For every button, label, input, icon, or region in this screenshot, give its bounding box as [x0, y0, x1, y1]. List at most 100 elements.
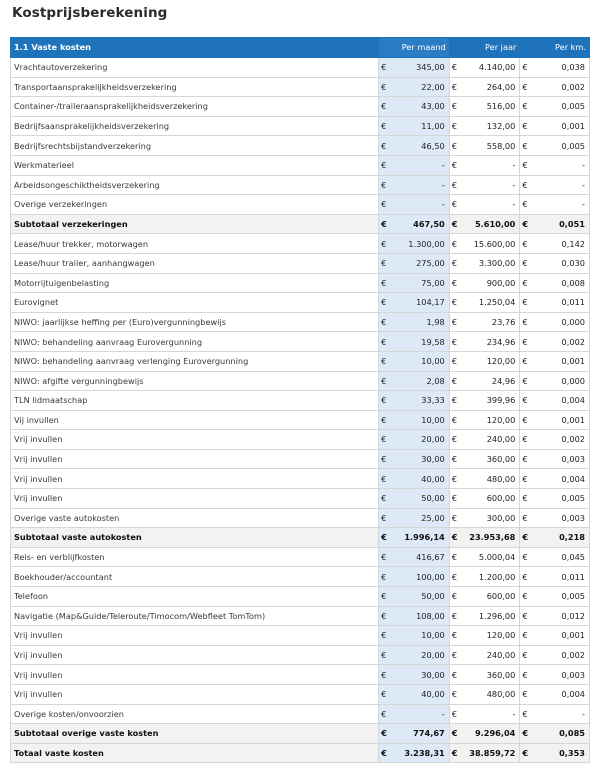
- subtotal-row: Subtotaal overige vaste kosten €774,67 €9.…: [9, 723, 590, 744]
- currency-symbol: €: [378, 488, 391, 509]
- value-per-year: -: [461, 703, 521, 725]
- row-label: Totaal vaste kosten: [9, 742, 380, 764]
- value-per-km: 0,000: [531, 311, 590, 333]
- value-per-month: 10,00: [390, 625, 450, 646]
- currency-symbol: €: [448, 488, 462, 509]
- currency-symbol: €: [519, 272, 532, 294]
- value-per-year: -: [461, 194, 521, 215]
- currency-symbol: €: [519, 644, 532, 666]
- currency-symbol: €: [448, 135, 462, 156]
- row-label: Subtotaal overige vaste kosten: [9, 723, 380, 744]
- value-per-year: 24,96: [461, 370, 521, 392]
- currency-symbol: €: [448, 115, 462, 137]
- currency-symbol: €: [448, 96, 462, 117]
- value-per-month: 20,00: [390, 429, 450, 450]
- value-per-year: 234,96: [461, 331, 521, 352]
- value-per-month: 774,67: [390, 723, 450, 744]
- row-label: Vrij invullen: [9, 488, 380, 509]
- currency-symbol: €: [378, 527, 391, 548]
- value-per-year: 23,76: [461, 311, 521, 333]
- value-per-month: 108,00: [390, 605, 450, 627]
- row-label: Bedrijfsrechtsbijstandverzekering: [9, 135, 380, 156]
- currency-symbol: €: [519, 115, 532, 137]
- value-per-km: 0,002: [531, 331, 590, 352]
- row-label: NIWO: jaarlijkse heffing per (Euro)vergu…: [9, 311, 380, 333]
- table-row: NIWO: behandeling aanvraag Eurovergunnin…: [9, 331, 590, 352]
- currency-symbol: €: [448, 644, 462, 666]
- value-per-year: 4.140,00: [461, 57, 521, 78]
- currency-symbol: €: [448, 664, 462, 685]
- table-row: Bedrijfsrechtsbijstandverzekering €46,50 €…: [9, 135, 590, 156]
- value-per-km: 0,011: [531, 292, 590, 313]
- currency-symbol: €: [448, 742, 462, 764]
- currency-symbol: €: [448, 468, 462, 490]
- value-per-year: 600,00: [461, 488, 521, 509]
- row-label: Subtotaal verzekeringen: [9, 213, 380, 235]
- row-label: Boekhouder/accountant: [9, 566, 380, 588]
- value-per-month: 345,00: [390, 57, 450, 78]
- currency-symbol: €: [519, 390, 532, 411]
- value-per-year: 5.610,00: [461, 213, 521, 235]
- row-label: NIWO: behandeling aanvraag verlenging Eu…: [9, 350, 380, 372]
- value-per-month: 100,00: [390, 566, 450, 588]
- table-row: Vrachtautoverzekering €345,00 €4.140,00 €0,…: [9, 57, 590, 78]
- currency-symbol: €: [519, 429, 532, 450]
- row-label: Container-/traileraansprakelijkheidsverz…: [9, 96, 380, 117]
- value-per-km: 0,002: [531, 76, 590, 98]
- value-per-km: 0,012: [531, 605, 590, 627]
- value-per-km: -: [531, 703, 590, 725]
- value-per-year: 120,00: [461, 350, 521, 372]
- currency-symbol: €: [378, 292, 391, 313]
- currency-symbol: €: [519, 468, 532, 490]
- value-per-month: 275,00: [390, 252, 450, 274]
- row-label: Overige kosten/onvoorzien: [9, 703, 380, 725]
- currency-symbol: €: [448, 625, 462, 646]
- currency-symbol: €: [448, 684, 462, 705]
- currency-symbol: €: [519, 135, 532, 156]
- value-per-year: 480,00: [461, 684, 521, 705]
- row-label: Vrij invullen: [9, 429, 380, 450]
- table-row: Vrij invullen €50,00 €600,00 €0,005: [9, 488, 590, 509]
- value-per-km: -: [531, 174, 590, 196]
- row-label: Werkmaterieel: [9, 154, 380, 176]
- value-per-km: -: [531, 154, 590, 176]
- value-per-month: 50,00: [390, 488, 450, 509]
- table-row: Container-/traileraansprakelijkheidsverz…: [9, 96, 590, 117]
- currency-symbol: €: [448, 527, 462, 548]
- value-per-month: 1.996,14: [390, 527, 450, 548]
- value-per-km: 0,011: [531, 566, 590, 588]
- value-per-km: 0,353: [531, 742, 590, 764]
- value-per-km: 0,001: [531, 625, 590, 646]
- row-label: TLN lidmaatschap: [9, 390, 380, 411]
- table-row: Arbeidsongeschiktheidsverzekering € - € - € -: [9, 174, 590, 196]
- table-row: Eurovignet €104,17 €1.250,04 €0,011: [9, 292, 590, 313]
- currency-symbol: €: [519, 57, 532, 78]
- currency-symbol: €: [519, 154, 532, 176]
- currency-symbol: €: [448, 429, 462, 450]
- currency-symbol: €: [519, 723, 532, 744]
- row-label: Arbeidsongeschiktheidsverzekering: [9, 174, 380, 196]
- currency-symbol: €: [519, 252, 532, 274]
- currency-symbol: €: [519, 488, 532, 509]
- currency-symbol: €: [378, 115, 391, 137]
- value-per-month: 30,00: [390, 448, 450, 470]
- column-header-per-month: Per maand: [378, 37, 450, 58]
- value-per-km: 0,030: [531, 252, 590, 274]
- currency-symbol: €: [448, 448, 462, 470]
- currency-symbol: €: [378, 154, 391, 176]
- currency-symbol: €: [378, 174, 391, 196]
- value-per-year: 240,00: [461, 644, 521, 666]
- value-per-km: 0,005: [531, 488, 590, 509]
- currency-symbol: €: [448, 174, 462, 196]
- currency-symbol: €: [519, 742, 532, 764]
- currency-symbol: €: [519, 664, 532, 685]
- value-per-km: 0,218: [531, 527, 590, 548]
- currency-symbol: €: [448, 311, 462, 333]
- value-per-year: 1.200,00: [461, 566, 521, 588]
- currency-symbol: €: [448, 272, 462, 294]
- currency-symbol: €: [448, 331, 462, 352]
- table-row: Reis- en verblijfkosten €416,67 €5.000,04 €…: [9, 546, 590, 568]
- value-per-month: -: [390, 174, 450, 196]
- currency-symbol: €: [448, 409, 462, 431]
- currency-symbol: €: [519, 331, 532, 352]
